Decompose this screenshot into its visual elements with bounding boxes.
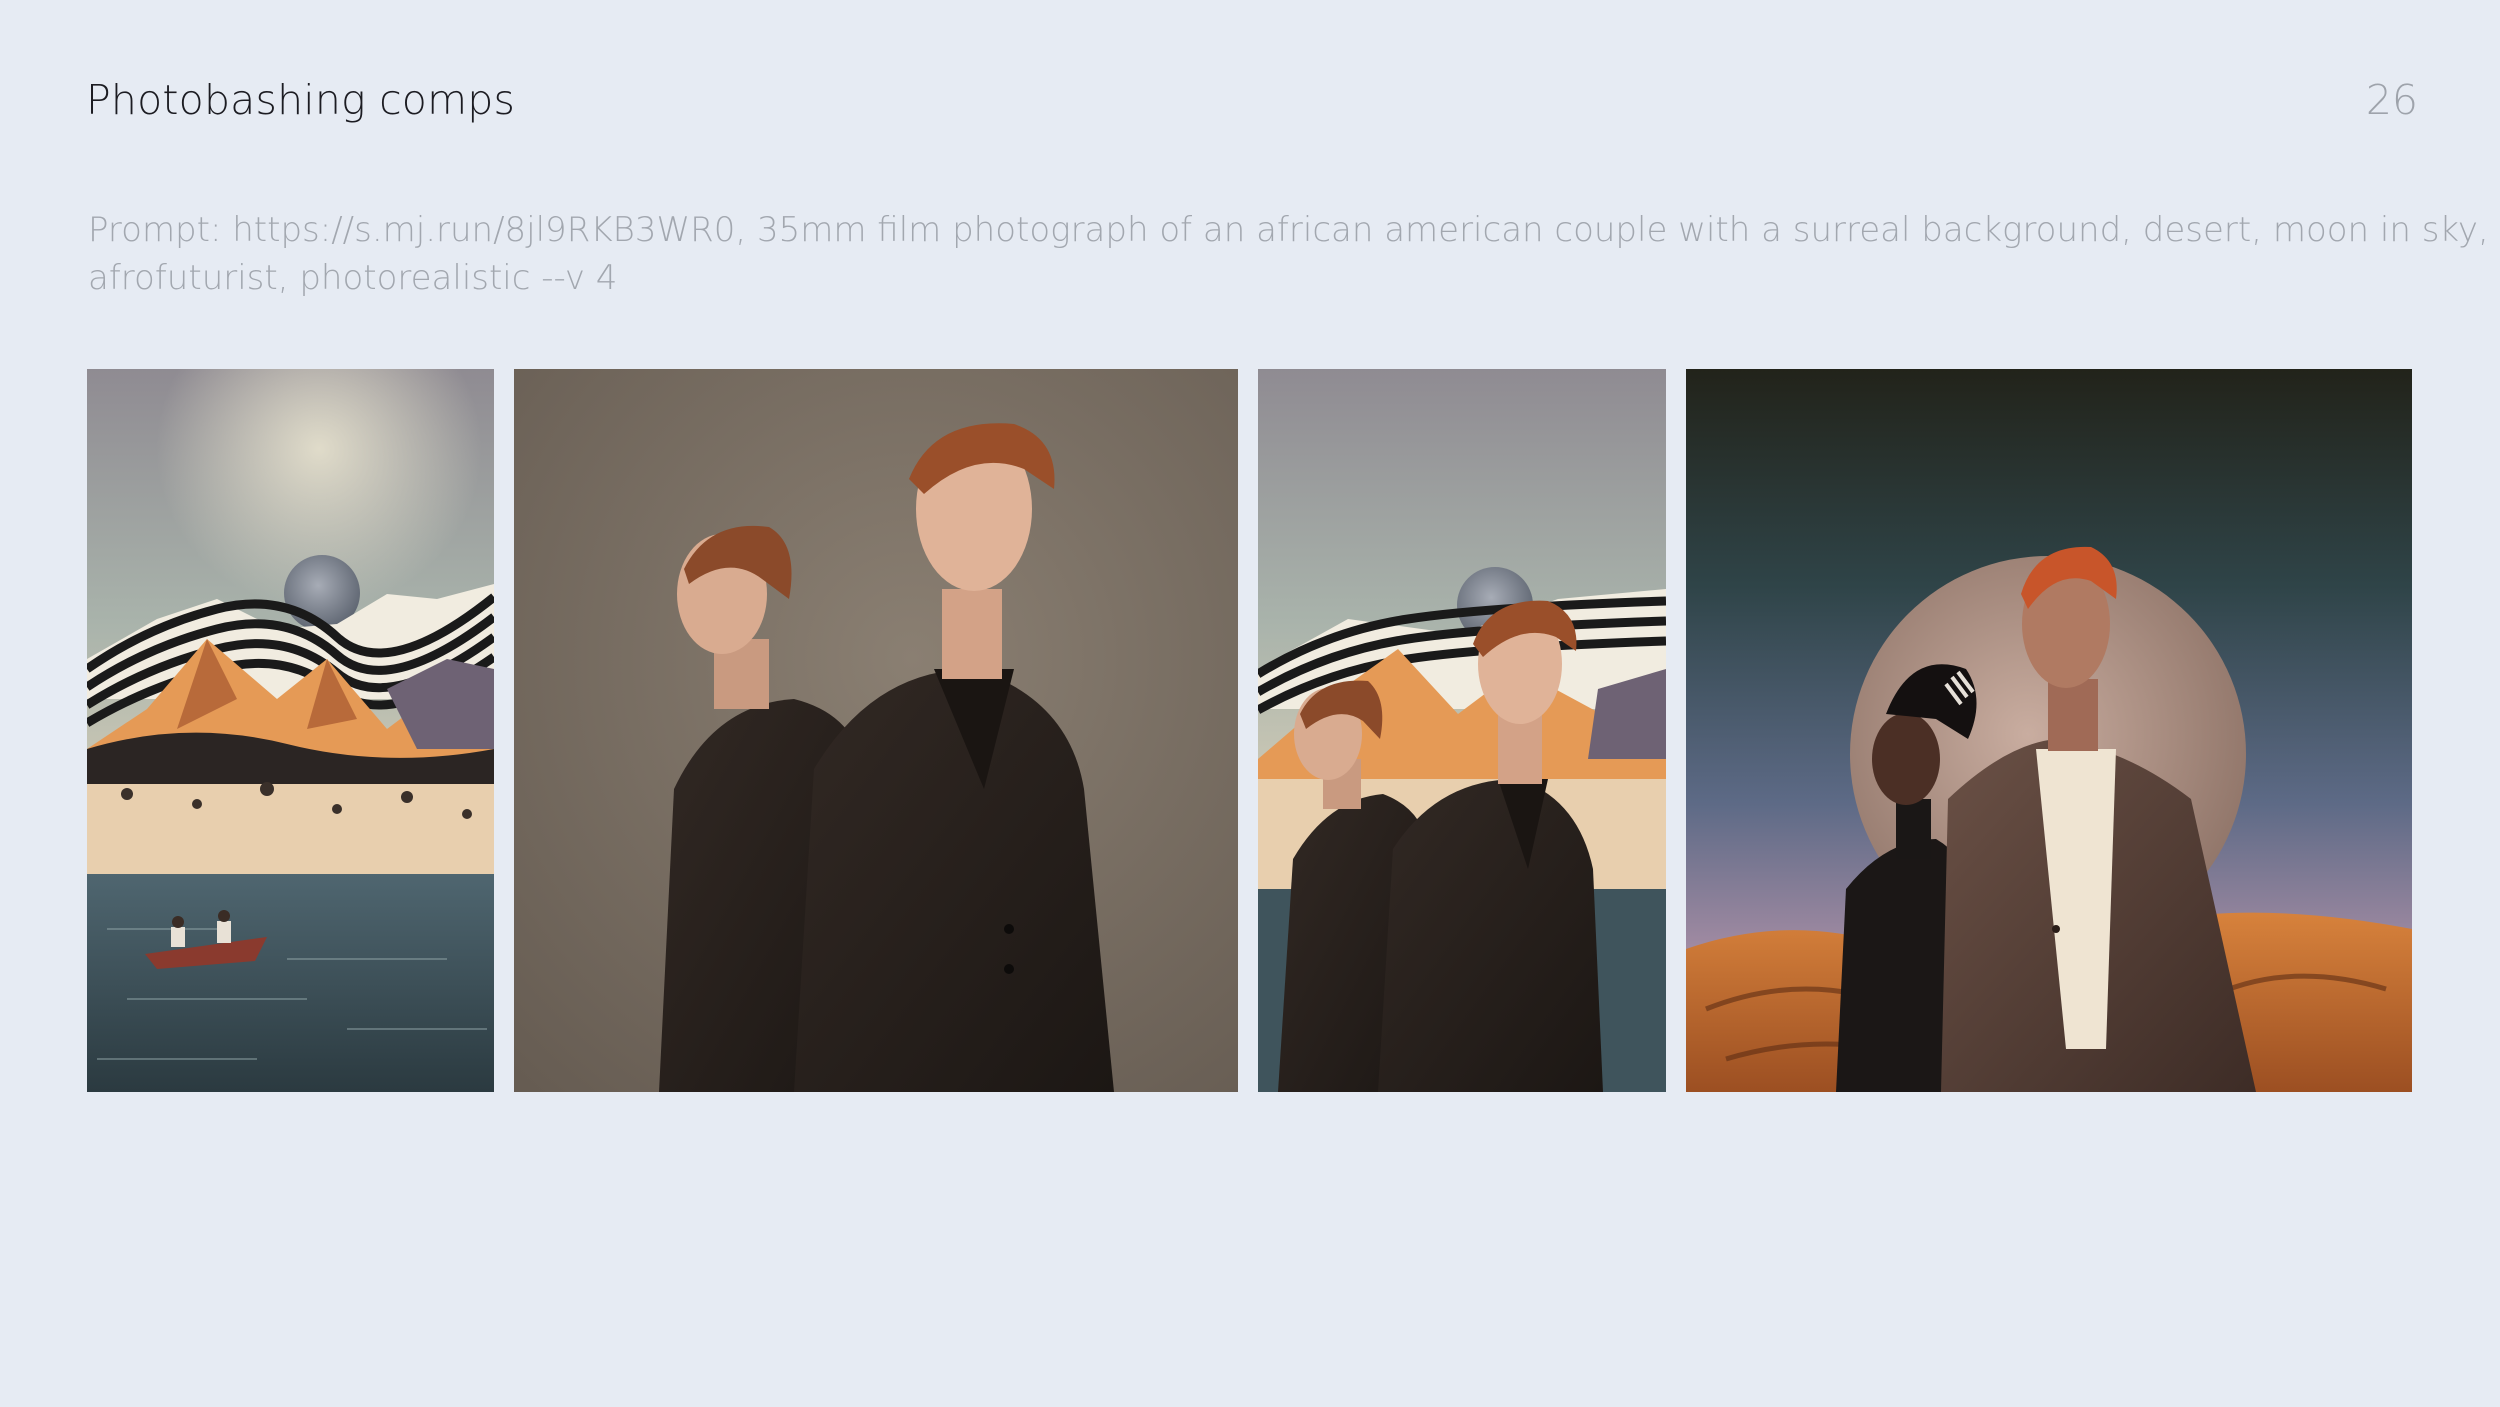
afrofuturist-couple-image: [1686, 369, 2412, 1092]
collage-landscape-image: [87, 369, 494, 1092]
studio-portrait-image: [514, 369, 1238, 1092]
prompt-line-1: Prompt: https://s.mj.run/8jl9RKB3WR0, 35…: [88, 210, 2489, 250]
slide-title: Photobashing comps: [86, 76, 516, 124]
photobash-comp-image: [1258, 369, 1666, 1092]
prompt-line-2: afrofuturist, photorealistic --v 4: [88, 258, 618, 298]
page-number: 26: [2365, 76, 2418, 124]
prompt-text: Prompt: https://s.mj.run/8jl9RKB3WR0, 35…: [88, 206, 2489, 302]
